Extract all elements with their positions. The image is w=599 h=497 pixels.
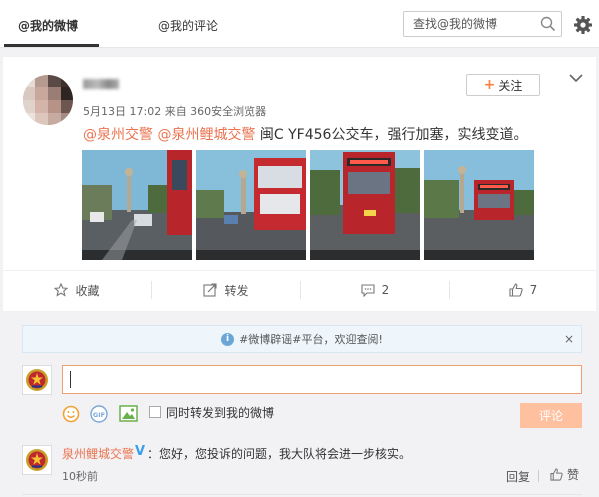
thumbs-up-icon [509,283,523,297]
mention-licheng-police[interactable]: @泉州鲤城交警 [157,127,255,143]
verified-badge: V [135,444,146,459]
reply-timestamp: 10秒前 [62,470,98,483]
comment-icon [361,283,375,297]
reply-author-avatar[interactable] [22,445,52,475]
comment-input[interactable] [62,365,582,394]
top-tab-bar: @我的微博 @我的评论 [0,0,599,48]
reply-author-name[interactable]: 泉州鲤城交警 [62,445,134,462]
reply-like-button[interactable]: 赞 [550,466,579,483]
close-icon[interactable]: × [564,332,574,346]
text-cursor [70,371,71,388]
search-input[interactable] [404,12,534,36]
comment-section: i #微博辟谣#平台，欢迎查阅! × GIF 同时转发到我的微博 评论 泉州鲤城… [3,311,596,497]
divider [538,470,539,482]
police-badge-icon [26,449,48,471]
comment-button[interactable]: 2 [301,271,449,309]
like-button[interactable]: 7 [450,271,596,309]
weibo-post-card: 5月13日 17:02 来自 360安全浏览器 + 关注 @泉州交警 @泉州鲤城… [3,57,596,497]
active-tab-indicator [4,44,99,47]
repost-button[interactable]: 转发 [152,271,300,309]
avatar[interactable] [23,75,73,125]
search-box [403,11,562,37]
gif-icon[interactable]: GIF [90,405,108,423]
info-icon: i [221,332,235,346]
image-icon[interactable] [119,405,138,422]
divider [22,494,582,495]
reply-like-label: 赞 [567,468,580,482]
repost-icon [203,283,218,297]
submit-comment-button[interactable]: 评论 [520,403,582,428]
like-count: 7 [529,283,538,297]
tab-my-comments[interactable]: @我的评论 [158,17,218,34]
favorite-button[interactable]: 收藏 [3,271,151,309]
favorite-label: 收藏 [75,283,100,298]
emoji-icon[interactable] [62,405,80,423]
reply-text: ：您好，您投诉的问题，我大队将会进一步核实。 [147,447,412,461]
post-text: @泉州交警 @泉州鲤城交警 闽C YF456公交车，强行加塞，实线变道。 [83,124,527,144]
post-photo-2[interactable] [196,150,306,260]
post-action-bar: 收藏 转发 2 7 [3,270,596,308]
my-avatar[interactable] [22,365,52,395]
follow-button[interactable]: + 关注 [466,74,540,96]
post-meta: 5月13日 17:02 来自 360安全浏览器 [83,105,267,118]
gear-icon[interactable] [573,15,593,35]
tab-my-weibo[interactable]: @我的微博 [18,17,78,34]
notice-text: #微博辟谣#平台，欢迎查阅! [239,333,383,346]
comment-count: 2 [381,283,390,297]
mention-quanzhou-police[interactable]: @泉州交警 [83,127,153,143]
search-icon[interactable] [540,16,556,32]
reply-button[interactable]: 回复 [506,468,530,485]
star-icon [54,283,69,297]
police-badge-icon [26,369,48,391]
follow-label: 关注 [498,78,523,93]
thumbs-up-icon [550,468,563,481]
svg-text:GIF: GIF [93,411,105,419]
username-blurred[interactable] [83,79,119,89]
post-photo-3[interactable] [310,150,420,260]
post-photo-1[interactable] [82,150,192,260]
post-body: 闽C YF456公交车，强行加塞，实线变道。 [255,127,528,143]
repost-checkbox[interactable] [149,406,161,418]
repost-checkbox-label: 同时转发到我的微博 [166,406,275,420]
rumor-notice-banner[interactable]: i #微博辟谣#平台，欢迎查阅! × [22,325,582,353]
plus-icon: + [483,77,496,93]
post-photo-4[interactable] [424,150,534,260]
repost-label: 转发 [224,283,249,298]
chevron-down-icon[interactable] [569,73,583,83]
